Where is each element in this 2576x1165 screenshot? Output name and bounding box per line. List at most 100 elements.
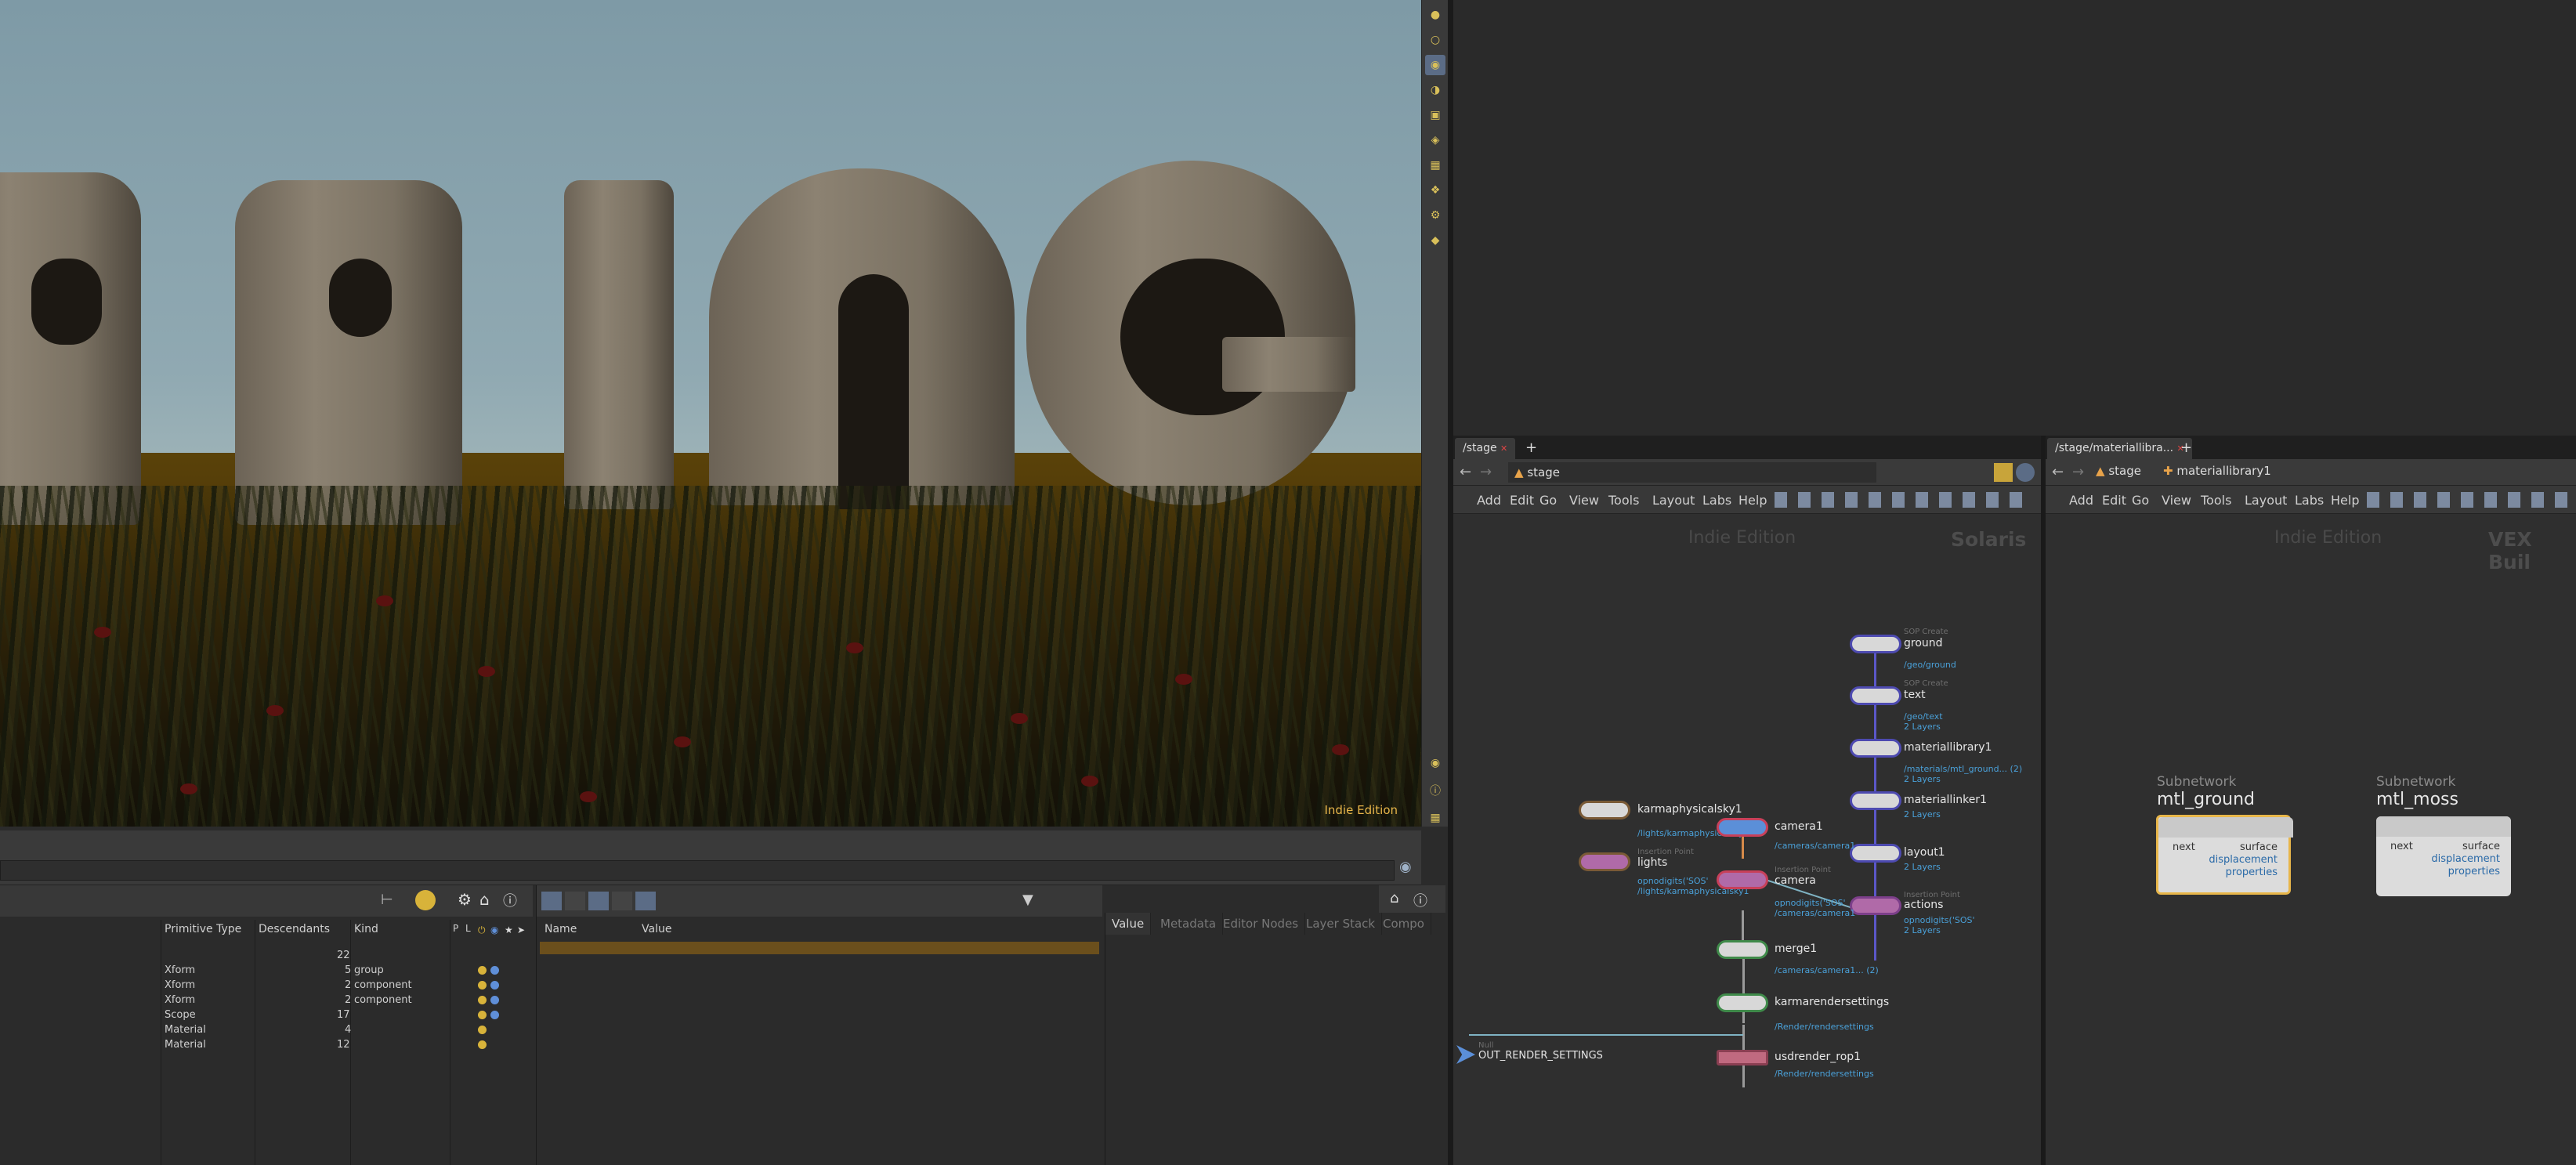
node-layout1[interactable] xyxy=(1850,844,1901,863)
pane-divider[interactable] xyxy=(1448,0,1453,1165)
scene-viewport[interactable]: Indie Edition xyxy=(0,0,1421,827)
menu-layout[interactable]: Layout xyxy=(1652,493,1695,508)
menu-labs[interactable]: Labs xyxy=(1702,493,1731,508)
list-view-icon[interactable] xyxy=(541,892,562,910)
hierarchy-icon[interactable]: ⊢ xyxy=(381,892,393,908)
display-icon[interactable]: ▣ xyxy=(1425,105,1445,125)
table-row[interactable]: 22 xyxy=(0,948,533,963)
node-lights[interactable] xyxy=(1579,852,1630,871)
node-camera[interactable] xyxy=(1717,870,1768,889)
node-text[interactable] xyxy=(1850,686,1901,705)
scene-path-field[interactable] xyxy=(0,860,1395,881)
add-tab-icon[interactable]: + xyxy=(1525,440,1537,456)
tab-layer-stack[interactable]: Layer Stack xyxy=(1300,913,1383,935)
col-kind[interactable]: Kind xyxy=(354,923,378,940)
rows-icon[interactable] xyxy=(612,892,632,910)
back-icon[interactable]: ← xyxy=(2052,464,2064,480)
layers-icon[interactable]: ◆ xyxy=(1425,230,1445,251)
tab-metadata[interactable]: Metadata xyxy=(1154,913,1224,935)
forward-icon[interactable]: → xyxy=(1480,464,1492,480)
columns-icon[interactable] xyxy=(588,892,609,910)
table-row[interactable]: Xform 2 component xyxy=(0,978,533,993)
node-usdrender-rop1[interactable] xyxy=(1717,1050,1768,1066)
network-toolbar-icons[interactable] xyxy=(2367,492,2572,508)
eye-icon[interactable]: ◑ xyxy=(1425,80,1445,100)
help-icon[interactable]: ⓘ xyxy=(1413,890,1427,910)
table-row[interactable]: Scope 17 xyxy=(0,1008,533,1022)
snapshot-icon[interactable]: ◉ xyxy=(1425,753,1445,773)
pin-icon[interactable]: ◉ xyxy=(1399,859,1412,875)
viewport-bottom-bar: ◉ xyxy=(0,830,1421,885)
render-icon[interactable]: ▦ xyxy=(1425,808,1445,828)
col-value[interactable]: Value xyxy=(642,923,671,935)
table-row[interactable]: Material 4 xyxy=(0,1022,533,1037)
menu-go[interactable]: Go xyxy=(2132,493,2149,508)
scene-graph-tree: ⊢ ⚙ ⌂ ⓘ Primitive Type Descendants Kind … xyxy=(0,885,533,1165)
node-karmarendersettings[interactable] xyxy=(1717,993,1768,1012)
back-icon[interactable]: ← xyxy=(1460,464,1471,480)
home-icon[interactable]: ⌂ xyxy=(1390,890,1398,906)
table-row[interactable]: Material 12 xyxy=(0,1037,533,1052)
col-primitive-type[interactable]: Primitive Type xyxy=(165,923,241,940)
tab-matlib[interactable]: /stage/materiallibra... ✕ xyxy=(2047,438,2192,459)
menu-help[interactable]: Help xyxy=(2331,493,2359,508)
node-out-render-settings[interactable] xyxy=(1456,1045,1475,1064)
node-merge1[interactable] xyxy=(1717,940,1768,959)
menu-add[interactable]: Add xyxy=(2069,493,2093,508)
tab-value[interactable]: Value xyxy=(1105,913,1152,935)
menu-labs[interactable]: Labs xyxy=(2295,493,2324,508)
snap-icon[interactable]: ❖ xyxy=(1425,180,1445,201)
forward-icon[interactable]: → xyxy=(2072,464,2084,480)
col-l[interactable]: L xyxy=(465,923,471,940)
menu-view[interactable]: View xyxy=(1569,493,1599,508)
tab-stage[interactable]: /stage ✕ xyxy=(1455,438,1516,459)
gear-icon[interactable]: ⚙ xyxy=(458,890,472,909)
col-p[interactable]: P xyxy=(453,923,458,940)
help-icon[interactable]: ⓘ xyxy=(503,890,517,910)
path-crumb-matlib[interactable]: ✚ materiallibrary1 xyxy=(2163,464,2271,478)
pin-icon[interactable] xyxy=(1994,463,2013,482)
tab-composition[interactable]: Compo xyxy=(1377,913,1431,935)
node-actions[interactable] xyxy=(1850,896,1901,915)
menu-edit[interactable]: Edit xyxy=(1510,493,1534,508)
add-tab-icon[interactable]: + xyxy=(2180,440,2192,456)
gear-icon[interactable]: ⚙ xyxy=(1425,205,1445,226)
tab-editor-nodes[interactable]: Editor Nodes xyxy=(1217,913,1306,935)
menu-layout[interactable]: Layout xyxy=(2245,493,2287,508)
menu-add[interactable]: Add xyxy=(1477,493,1501,508)
info-icon[interactable]: ⓘ xyxy=(1425,780,1445,801)
home-icon[interactable]: ⌂ xyxy=(479,890,490,909)
menu-view[interactable]: View xyxy=(2162,493,2191,508)
node-materiallinker1[interactable] xyxy=(1850,791,1901,810)
menu-tools[interactable]: Tools xyxy=(2201,493,2231,508)
node-camera1[interactable] xyxy=(1717,818,1768,837)
wire-icon[interactable]: ◈ xyxy=(1425,130,1445,150)
tree-view-icon[interactable] xyxy=(565,892,585,910)
grid-icon[interactable] xyxy=(635,892,656,910)
menu-help[interactable]: Help xyxy=(1738,493,1767,508)
path-crumb-stage[interactable]: ▲ stage xyxy=(2096,464,2141,478)
node-mtl-ground[interactable]: next surface displacement properties xyxy=(2156,815,2293,895)
col-descendants[interactable]: Descendants xyxy=(259,923,330,940)
node-materiallibrary1[interactable] xyxy=(1850,739,1901,758)
node-mtl-moss[interactable]: next surface displacement properties xyxy=(2376,816,2511,896)
subnet-kind: Subnetwork xyxy=(2157,774,2237,790)
menu-tools[interactable]: Tools xyxy=(1608,493,1639,508)
link-icon[interactable] xyxy=(2016,463,2035,482)
grid-icon[interactable]: ▦ xyxy=(1425,155,1445,175)
node-karmaphysicalsky1[interactable] xyxy=(1579,801,1630,819)
network-toolbar-icons[interactable] xyxy=(1775,492,2033,508)
filter-icon[interactable]: ▼ xyxy=(1022,892,1033,908)
table-row[interactable]: Xform 2 component xyxy=(0,993,533,1008)
selected-row[interactable] xyxy=(540,942,1099,954)
table-row[interactable]: Xform 5 group xyxy=(0,963,533,978)
network-path-field[interactable]: ▲ stage xyxy=(1508,462,1876,483)
bulb-icon[interactable]: ○ xyxy=(1425,30,1445,50)
col-name[interactable]: Name xyxy=(545,923,577,935)
light-icon[interactable]: ● xyxy=(1425,5,1445,25)
menu-edit[interactable]: Edit xyxy=(2102,493,2126,508)
camera-icon[interactable]: ◉ xyxy=(1425,55,1445,75)
globe-icon[interactable] xyxy=(415,890,436,910)
menu-go[interactable]: Go xyxy=(1539,493,1557,508)
node-ground[interactable] xyxy=(1850,635,1901,653)
